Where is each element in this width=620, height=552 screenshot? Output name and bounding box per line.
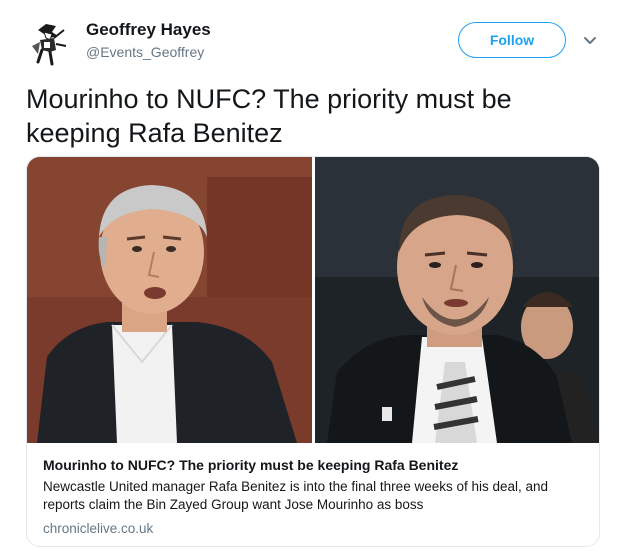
card-body[interactable]: Mourinho to NUFC? The priority must be k…	[27, 443, 599, 546]
magpie-knight-icon	[22, 16, 74, 68]
follow-button[interactable]: Follow	[458, 22, 566, 58]
card-description: Newcastle United manager Rafa Benitez is…	[43, 479, 549, 512]
man-speaking-portrait	[27, 157, 312, 443]
card-image[interactable]	[27, 157, 599, 443]
card-title[interactable]: Mourinho to NUFC? The priority must be k…	[43, 457, 583, 473]
user-name[interactable]: Geoffrey Hayes	[86, 20, 211, 40]
avatar[interactable]	[22, 16, 74, 68]
tweet-text: Mourinho to NUFC? The priority must be k…	[26, 84, 512, 148]
link-card[interactable]: Mourinho to NUFC? The priority must be k…	[26, 156, 600, 547]
tweet-menu-button[interactable]	[581, 34, 599, 48]
chevron-down-icon	[584, 37, 596, 44]
man-in-suit-portrait	[315, 157, 599, 443]
card-domain[interactable]: chroniclelive.co.uk	[43, 521, 153, 536]
user-handle[interactable]: @Events_Geoffrey	[86, 44, 204, 60]
